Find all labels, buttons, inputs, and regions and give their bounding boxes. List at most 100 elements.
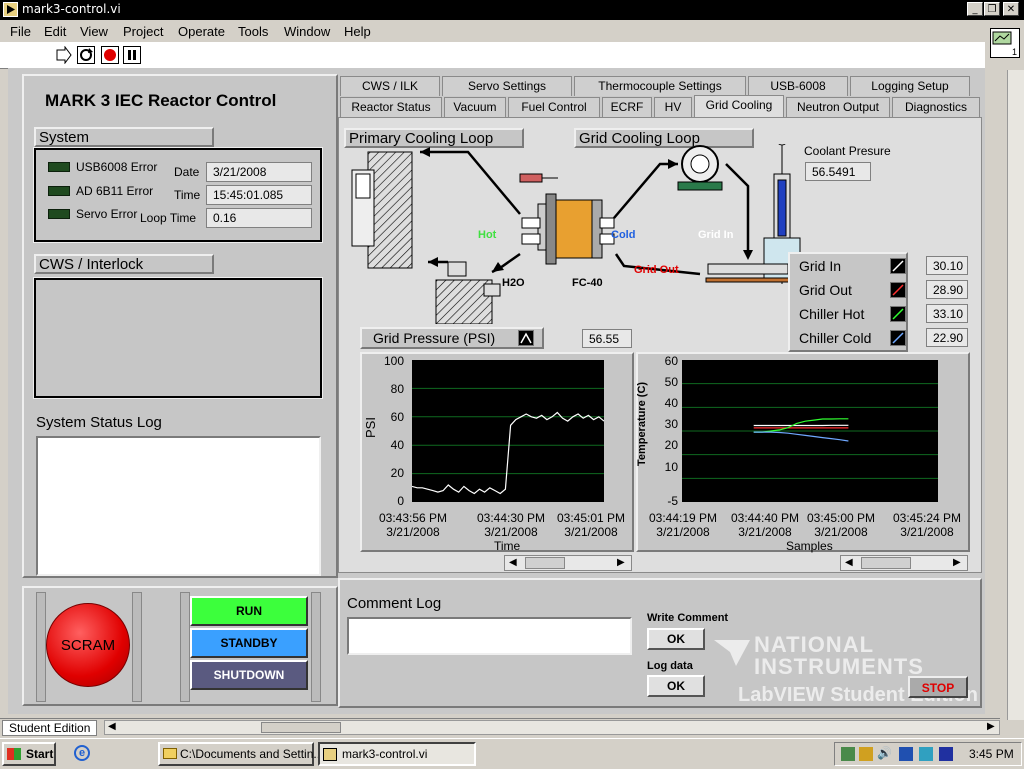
- pressure-scrollbar[interactable]: ◀ ▶: [504, 555, 632, 571]
- log-data-ok-button[interactable]: OK: [647, 675, 705, 697]
- x-tick-label: 03:44:30 PM3/21/2008: [466, 511, 556, 539]
- taskbar-item-explorer[interactable]: C:\Documents and Settin...: [158, 742, 314, 766]
- scroll-right-icon[interactable]: ▶: [953, 557, 961, 568]
- grid-out-value: 28.90: [926, 280, 968, 299]
- temperature-scrollbar[interactable]: ◀ ▶: [840, 555, 968, 571]
- tray-monitor-icon[interactable]: [919, 747, 933, 761]
- write-comment-ok-button[interactable]: OK: [647, 628, 705, 650]
- tab-reactor-status[interactable]: Reactor Status: [340, 97, 442, 117]
- cold-label: Cold: [611, 229, 635, 241]
- tab-logging-setup[interactable]: Logging Setup: [850, 76, 970, 96]
- run-continuously-icon[interactable]: [77, 46, 95, 64]
- y-tick-label: 40: [376, 438, 404, 452]
- tray-display-icon[interactable]: [939, 747, 953, 761]
- series-line-grid-pressure-psi-: [412, 413, 604, 494]
- right-scroll-area: 1: [985, 20, 1024, 720]
- grid-in-label: Grid In: [698, 229, 733, 241]
- pressure-legend-label: Grid Pressure (PSI): [373, 330, 495, 346]
- tab-hv[interactable]: HV: [654, 97, 692, 117]
- y-tick-label: 60: [650, 354, 678, 368]
- grid-out-label: Grid Out: [634, 264, 679, 276]
- legend-grid-in-swatch[interactable]: [890, 258, 906, 274]
- vertical-scrollbar[interactable]: [1007, 70, 1024, 720]
- scroll-thumb[interactable]: [525, 557, 565, 569]
- series-line-chiller-cold: [754, 432, 849, 441]
- tab-cws-ilk[interactable]: CWS / ILK: [340, 76, 440, 96]
- svg-text:1: 1: [1012, 47, 1017, 57]
- scroll-right-icon[interactable]: ▶: [987, 721, 995, 732]
- restore-button[interactable]: ❐: [984, 2, 1000, 16]
- scroll-thumb[interactable]: [861, 557, 911, 569]
- watermark-instruments: INSTRUMENTS: [754, 654, 924, 680]
- y-tick-label: 50: [650, 375, 678, 389]
- page-title: MARK 3 IEC Reactor Control: [45, 91, 276, 111]
- menu-window[interactable]: Window: [284, 24, 330, 39]
- grid-feedthrough-icon: [706, 144, 800, 284]
- tab-diagnostics[interactable]: Diagnostics: [892, 97, 980, 117]
- menu-view[interactable]: View: [80, 24, 108, 39]
- usb6008-error-label: USB6008 Error: [76, 160, 157, 174]
- menu-tools[interactable]: Tools: [238, 24, 268, 39]
- front-panel: MARK 3 IEC Reactor Control System USB600…: [8, 68, 985, 714]
- menu-project[interactable]: Project: [123, 24, 163, 39]
- tab-fuel-control[interactable]: Fuel Control: [508, 97, 600, 117]
- scram-bracket-right: [132, 592, 142, 702]
- action-bracket-right: [311, 592, 321, 702]
- scroll-left-icon[interactable]: ◀: [509, 557, 517, 568]
- tab-vacuum[interactable]: Vacuum: [444, 97, 506, 117]
- y-tick-label: 60: [376, 410, 404, 424]
- menu-file[interactable]: File: [10, 24, 31, 39]
- speaker-icon[interactable]: 🔊: [877, 746, 892, 760]
- shutdown-button[interactable]: SHUTDOWN: [190, 660, 308, 690]
- menu-edit[interactable]: Edit: [44, 24, 66, 39]
- standby-button[interactable]: STANDBY: [190, 628, 308, 658]
- horizontal-scrollbar[interactable]: ◀ ▶: [104, 720, 1000, 735]
- x-tick-label: 03:43:56 PM3/21/2008: [368, 511, 458, 539]
- coolant-pressure-label: Coolant Presure: [804, 144, 891, 158]
- tab-grid-cooling[interactable]: Grid Cooling: [694, 95, 784, 117]
- tab-servo-settings[interactable]: Servo Settings: [442, 76, 572, 96]
- cooling-schematic: [344, 144, 804, 324]
- status-bar: Student Edition ◀ ▶: [0, 718, 1000, 737]
- pause-icon[interactable]: [123, 46, 141, 64]
- window-title: mark3-control.vi: [22, 2, 121, 16]
- scroll-left-icon[interactable]: ◀: [845, 557, 853, 568]
- y-tick-label: 100: [376, 354, 404, 368]
- run-button[interactable]: RUN: [190, 596, 308, 626]
- eagle-icon: [712, 638, 752, 668]
- network-icon[interactable]: [841, 747, 855, 761]
- menu-help[interactable]: Help: [344, 24, 371, 39]
- tab-ecrf[interactable]: ECRF: [602, 97, 652, 117]
- toolbar: [0, 42, 985, 69]
- taskbar-item-vi[interactable]: mark3-control.vi: [318, 742, 476, 766]
- comment-log-input[interactable]: [347, 617, 632, 655]
- h2o-label: H2O: [502, 277, 525, 289]
- y-tick-label: -5: [650, 494, 678, 508]
- minimize-button[interactable]: _: [967, 2, 983, 16]
- tab-thermocouple-settings[interactable]: Thermocouple Settings: [574, 76, 746, 96]
- scroll-right-icon[interactable]: ▶: [617, 557, 625, 568]
- scroll-left-icon[interactable]: ◀: [108, 721, 116, 732]
- legend-chiller-cold-swatch[interactable]: [890, 330, 906, 346]
- tray-app-icon[interactable]: [859, 747, 873, 761]
- pressure-legend-swatch[interactable]: [518, 330, 534, 346]
- menu-operate[interactable]: Operate: [178, 24, 225, 39]
- x-tick-label: 03:44:19 PM3/21/2008: [638, 511, 728, 539]
- close-button[interactable]: ✕: [1003, 2, 1019, 16]
- taskbar-item-vi-label: mark3-control.vi: [342, 747, 427, 761]
- abort-icon[interactable]: [101, 46, 119, 64]
- tray-flag-icon[interactable]: [899, 747, 913, 761]
- system-label: System: [34, 127, 214, 147]
- tab-neutron-output[interactable]: Neutron Output: [786, 97, 890, 117]
- ie-icon[interactable]: e: [74, 745, 90, 761]
- scroll-thumb[interactable]: [261, 722, 341, 733]
- stop-button[interactable]: STOP: [908, 676, 968, 698]
- tab-usb-6008[interactable]: USB-6008: [748, 76, 848, 96]
- legend-grid-out-swatch[interactable]: [890, 282, 906, 298]
- start-button[interactable]: Start: [2, 742, 56, 766]
- legend-chiller-hot-swatch[interactable]: [890, 306, 906, 322]
- menu-bar: File Edit View Project Operate Tools Win…: [0, 20, 1024, 42]
- scram-button[interactable]: SCRAM: [46, 603, 130, 687]
- temperature-x-label: Samples: [786, 539, 833, 553]
- run-arrow-icon[interactable]: [54, 46, 72, 64]
